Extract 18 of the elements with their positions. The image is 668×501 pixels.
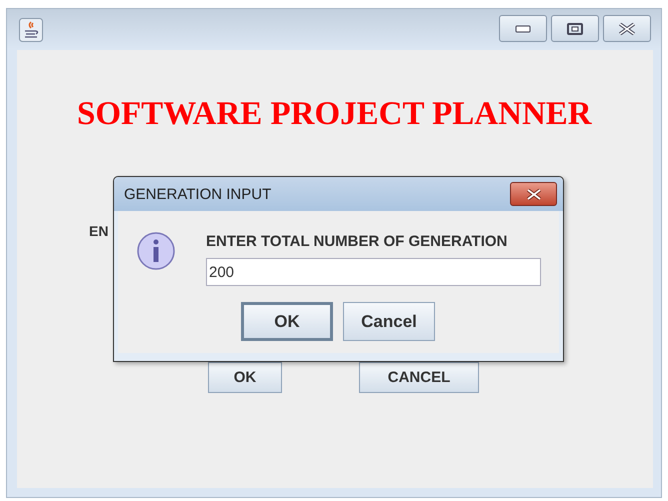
maximize-icon <box>567 22 583 34</box>
ok-button[interactable]: OK <box>208 362 282 393</box>
close-button[interactable] <box>510 182 557 206</box>
cancel-button[interactable]: Cancel <box>343 302 435 341</box>
minimize-icon <box>515 24 531 32</box>
generation-input-field[interactable]: 200 <box>206 258 541 286</box>
prompt-text: ENTER TOTAL NUMBER OF GENERATION <box>206 233 508 250</box>
close-icon <box>618 22 636 34</box>
close-icon <box>526 188 542 200</box>
cancel-button[interactable]: CANCEL <box>359 362 479 393</box>
maximize-button[interactable] <box>551 15 599 42</box>
ok-button[interactable]: OK <box>241 302 333 341</box>
app-heading: SOFTWARE PROJECT PLANNER <box>77 96 593 133</box>
field-label: EN <box>89 223 108 239</box>
minimize-button[interactable] <box>499 15 547 42</box>
close-button[interactable] <box>603 15 651 42</box>
java-cup-icon <box>19 18 43 42</box>
dialog-title: GENERATION INPUT <box>124 186 272 202</box>
